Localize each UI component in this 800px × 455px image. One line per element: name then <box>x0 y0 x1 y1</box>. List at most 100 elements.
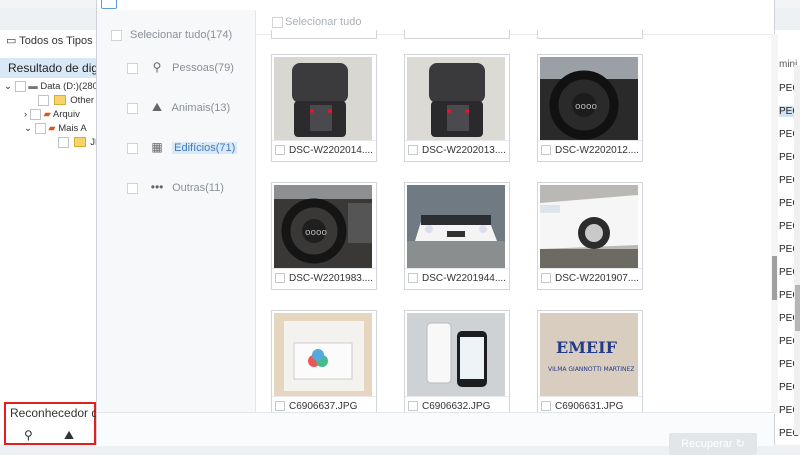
image-caption: DSC-W2201983.... <box>272 268 376 289</box>
image-caption: DSC-W2202012.... <box>538 140 642 161</box>
chevron-down-icon[interactable]: ⌄ <box>4 81 12 92</box>
image-folder-icon <box>73 137 86 148</box>
dots-icon: ••• <box>150 180 164 194</box>
image-card[interactable]: C6906632.JPG <box>404 310 510 418</box>
checkbox[interactable] <box>58 136 69 148</box>
file-name: DSC-W2201944.... <box>422 273 506 284</box>
file-name: DSC-W2202012.... <box>555 145 639 156</box>
image-card[interactable]: oooo DSC-W2202012.... <box>537 54 643 162</box>
person-icon: ⚲ <box>152 60 162 74</box>
select-all-categories[interactable]: Selecionar tudo(174) <box>111 28 232 42</box>
image-card[interactable]: C6906637.JPG <box>271 310 377 418</box>
results-header: Resultado de digi <box>0 58 96 78</box>
animal-icon: ⛰ <box>152 100 163 114</box>
partial-card <box>537 30 643 39</box>
checkbox[interactable] <box>127 62 138 74</box>
image-caption: DSC-W2201944.... <box>405 268 509 289</box>
scrollbar-thumb[interactable] <box>795 285 800 331</box>
checkbox[interactable] <box>275 401 285 412</box>
file-type-filter[interactable]: ▭ Todos os Tipos d <box>6 34 102 47</box>
image-card[interactable]: DSC-W2201944.... <box>404 182 510 290</box>
image-thumbnail[interactable] <box>407 185 505 269</box>
image-thumbnail[interactable] <box>274 57 372 141</box>
image-caption: DSC-W2202013.... <box>405 140 509 161</box>
image-thumbnail[interactable] <box>274 313 372 397</box>
image-card[interactable]: oooo DSC-W2201983.... <box>271 182 377 290</box>
file-name: C6906631.JPG <box>555 401 624 412</box>
image-thumbnail[interactable] <box>540 185 638 269</box>
checkbox[interactable] <box>541 273 551 284</box>
checkbox[interactable] <box>408 145 418 156</box>
partial-card <box>271 30 377 39</box>
file-name: DSC-W2201907.... <box>555 273 639 284</box>
tree-row-other[interactable]: Other I <box>4 94 101 108</box>
image-thumbnail[interactable]: oooo <box>540 57 638 141</box>
scrollbar[interactable] <box>794 65 800 435</box>
checkbox[interactable] <box>127 142 138 154</box>
select-all-images[interactable]: Selecionar tudo <box>272 16 361 28</box>
file-name: DSC-W2202014.... <box>289 145 373 156</box>
checkbox[interactable] <box>408 401 418 412</box>
monitor-icon: ▭ <box>6 35 17 47</box>
image-card[interactable]: DSC-W2202013.... <box>404 54 510 162</box>
drive-icon: ▬ <box>28 81 38 92</box>
tree-row-mais[interactable]: ⌄ ▰ Mais A <box>4 122 101 136</box>
checkbox[interactable] <box>14 80 26 92</box>
chevron-down-icon[interactable]: ⌄ <box>24 123 32 134</box>
image-card[interactable]: DSC-W2202014.... <box>271 54 377 162</box>
checkbox[interactable] <box>29 108 41 120</box>
checkbox[interactable] <box>275 273 285 284</box>
scrollbar[interactable] <box>771 34 778 414</box>
file-name: C6906632.JPG <box>422 401 491 412</box>
image-caption: DSC-W2201907.... <box>538 268 642 289</box>
file-tree: ⌄ ▬ Data (D:)(280 Other I › ▰ Arquiv ⌄ ▰… <box>4 80 101 150</box>
image-classifier-dialog: Selecionar tudo(174) ⚲ Pessoas(79) ⛰ Ani… <box>96 0 778 455</box>
partial-card <box>404 30 510 39</box>
category-sidebar: Selecionar tudo(174) ⚲ Pessoas(79) ⛰ Ani… <box>97 10 256 412</box>
svg-text:EMEIF: EMEIF <box>556 338 618 357</box>
category-outras[interactable]: ••• Outras(11) <box>127 180 224 195</box>
checkbox[interactable] <box>111 29 122 41</box>
checkbox[interactable] <box>38 94 49 106</box>
category-animais[interactable]: ⛰ Animais(13) <box>127 100 230 115</box>
file-name: DSC-W2202013.... <box>422 145 506 156</box>
checkbox[interactable] <box>272 16 283 28</box>
tree-row-drive[interactable]: ⌄ ▬ Data (D:)(280 <box>4 80 101 94</box>
folder-icon <box>53 95 66 106</box>
animal-icon[interactable]: ⛰ <box>64 428 74 443</box>
file-stack-icon: ▰ <box>43 109 51 120</box>
checkbox[interactable] <box>541 401 551 412</box>
image-grid-panel: Selecionar tudo DSC-W2202014.... DSC-W220… <box>256 10 778 418</box>
chevron-right-icon[interactable]: › <box>24 109 27 120</box>
dialog-footer: Recuperar ↻ <box>97 412 774 455</box>
image-card[interactable]: DSC-W2201907.... <box>537 182 643 290</box>
person-icon[interactable]: ⚲ <box>24 428 33 442</box>
tree-row-jpg[interactable]: JP <box>4 136 101 150</box>
category-edificios[interactable]: ▦ Edifícios(71) <box>127 140 238 155</box>
file-name: DSC-W2201983.... <box>289 273 373 284</box>
file-name: C6906637.JPG <box>289 401 358 412</box>
recognizer-panel: Reconhecedor d ⚲ ⛰ <box>4 402 99 445</box>
building-icon: ▦ <box>151 140 163 154</box>
recognizer-label: Reconhecedor d <box>10 406 99 420</box>
svg-text:VILMA GIANNOTTI MARTINEZ: VILMA GIANNOTTI MARTINEZ <box>548 366 634 373</box>
tree-row-arquivos[interactable]: › ▰ Arquiv <box>4 108 101 122</box>
app-icon <box>101 0 117 9</box>
image-card[interactable]: EMEIF VILMA GIANNOTTI MARTINEZ C6906631.JP… <box>537 310 643 418</box>
scrollbar-thumb[interactable] <box>772 256 777 300</box>
image-caption: DSC-W2202014.... <box>272 140 376 161</box>
refresh-icon: ↻ <box>735 438 745 450</box>
checkbox[interactable] <box>275 145 285 156</box>
image-thumbnail[interactable]: oooo <box>274 185 372 269</box>
checkbox[interactable] <box>34 122 46 134</box>
checkbox[interactable] <box>127 182 138 194</box>
recover-button[interactable]: Recuperar ↻ <box>669 433 757 455</box>
category-pessoas[interactable]: ⚲ Pessoas(79) <box>127 60 234 75</box>
file-stack-icon: ▰ <box>48 123 56 134</box>
image-thumbnail[interactable] <box>407 57 505 141</box>
checkbox[interactable] <box>127 102 138 114</box>
checkbox[interactable] <box>408 273 418 284</box>
image-thumbnail[interactable] <box>407 313 505 397</box>
image-thumbnail[interactable]: EMEIF VILMA GIANNOTTI MARTINEZ <box>540 313 638 397</box>
checkbox[interactable] <box>541 145 551 156</box>
